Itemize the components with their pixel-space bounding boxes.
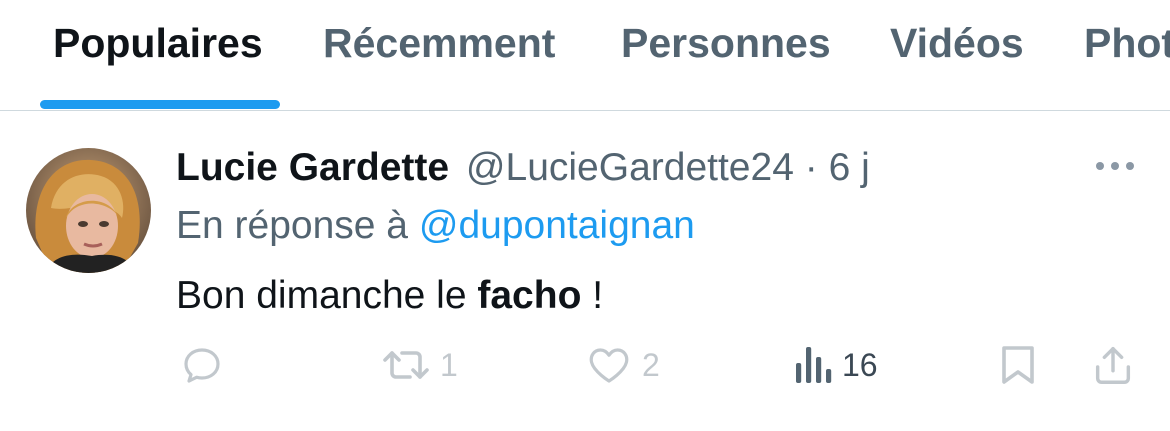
reply-context: En réponse à @dupontaignan: [176, 203, 695, 249]
separator-dot: ·: [804, 146, 818, 189]
like-icon: [589, 348, 629, 383]
retweet-icon: [383, 351, 429, 379]
avatar[interactable]: [26, 148, 151, 273]
reply-button[interactable]: [178, 335, 234, 395]
tab-recemment[interactable]: Récemment: [323, 20, 555, 67]
more-icon: [1096, 162, 1134, 170]
tweet-text-start: Bon dimanche le: [176, 274, 467, 317]
tab-personnes[interactable]: Personnes: [621, 20, 831, 67]
avatar-image: [26, 148, 151, 273]
tweet-text-bold: facho: [477, 274, 582, 317]
tweet-text-end: !: [592, 274, 604, 317]
tab-populaires[interactable]: Populaires: [53, 20, 263, 67]
retweet-count: 1: [440, 346, 458, 383]
views-button[interactable]: 16: [792, 335, 878, 395]
retweet-button[interactable]: 1: [380, 335, 458, 395]
bookmark-icon: [1002, 346, 1034, 384]
like-button[interactable]: 2: [584, 335, 660, 395]
reply-mention[interactable]: @dupontaignan: [419, 204, 695, 247]
tweet-text: Bon dimanche le facho !: [176, 273, 603, 319]
share-icon: [1095, 346, 1131, 384]
author-handle[interactable]: @LucieGardette24: [466, 146, 794, 189]
tweet-header: Lucie Gardette @LucieGardette24 · 6 j: [176, 145, 870, 191]
tweet-actions: 1 2 16: [0, 335, 1170, 395]
reply-icon: [184, 348, 220, 383]
tweet[interactable]: Lucie Gardette @LucieGardette24 · 6 j En…: [0, 111, 1170, 431]
views-icon: [796, 347, 832, 383]
bookmark-button[interactable]: [996, 335, 1040, 395]
like-count: 2: [642, 346, 660, 383]
search-tabs: Populaires Récemment Personnes Vidéos Ph…: [0, 0, 1170, 111]
reply-prefix: En réponse à: [176, 204, 409, 247]
active-tab-indicator: [40, 100, 280, 109]
tab-photos[interactable]: Phot: [1084, 20, 1170, 67]
share-button[interactable]: [1090, 335, 1136, 395]
view-count: 16: [842, 346, 878, 383]
tweet-time[interactable]: 6 j: [829, 146, 870, 189]
author-name[interactable]: Lucie Gardette: [176, 146, 449, 189]
more-button[interactable]: [1090, 151, 1140, 181]
tab-videos[interactable]: Vidéos: [890, 20, 1024, 67]
